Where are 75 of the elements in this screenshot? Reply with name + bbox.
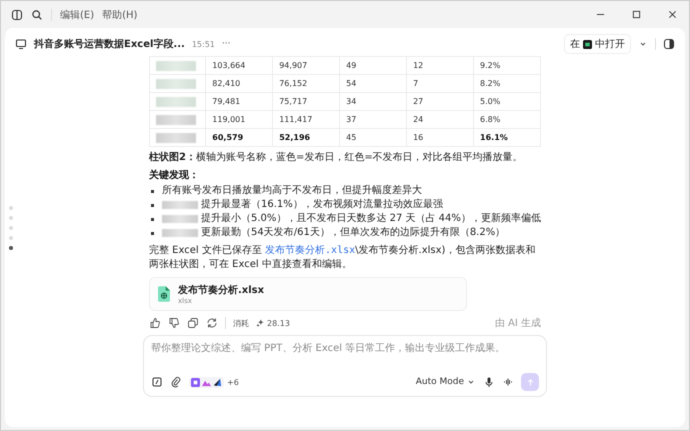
attachment-icon[interactable] xyxy=(170,376,182,388)
table-cell: 49 xyxy=(346,61,356,70)
table-cell: 60,579 xyxy=(212,133,244,142)
redacted-name xyxy=(156,114,196,124)
open-in-app-button[interactable]: 在 中打开 xyxy=(564,34,631,54)
more-button[interactable]: ··· xyxy=(222,39,230,49)
file-name: 发布节奏分析.xlsx xyxy=(178,284,264,297)
menu-item[interactable]: 编辑(E) xyxy=(60,8,94,22)
maximize-icon[interactable] xyxy=(632,10,641,19)
timeline-dot[interactable] xyxy=(9,236,13,240)
saved-file-message: 完整 Excel 文件已保存至 发布节奏分析.xlsx\发布节奏分析.xlsx)，包含两张数据表和两张柱状图，可在 Excel 中直接查看和编辑。 xyxy=(149,244,536,271)
mode-selector[interactable]: Auto Mode xyxy=(416,377,464,387)
app-icon xyxy=(583,40,592,48)
usage-label: 消耗 xyxy=(233,318,249,328)
finding-text: 提升最小（5.0%），且不发布日天数多达 27 天（占 44%），更新频率偏低 xyxy=(201,212,541,226)
findings-heading: 关键发现： xyxy=(149,168,200,182)
redacted-name xyxy=(156,78,196,88)
table-cell: 27 xyxy=(413,97,424,106)
table-cell: 75,717 xyxy=(279,97,308,106)
table-cell: 34 xyxy=(346,97,356,106)
table-cell: 6.8% xyxy=(480,115,500,124)
refresh-icon[interactable] xyxy=(206,317,218,329)
sidebar-toggle-icon[interactable] xyxy=(11,8,23,20)
waveform-icon[interactable] xyxy=(502,376,514,388)
table-cell: 119,001 xyxy=(212,115,246,124)
finding-text: 所有账号发布日播放量均高于不发布日，但提升幅度差异大 xyxy=(162,184,422,198)
sparkle-icon xyxy=(256,319,264,327)
chat-icon xyxy=(15,38,27,50)
file-link[interactable]: 发布节奏分析.xlsx xyxy=(265,245,356,256)
close-icon[interactable] xyxy=(668,10,677,19)
table-cell: 76,152 xyxy=(279,79,308,88)
finding-text: 更新最勤（54天发布/61天），但单次发布的边际提升有限（8.2%） xyxy=(201,226,506,240)
table-cell: 79,481 xyxy=(212,97,240,106)
thumbs-down-icon[interactable] xyxy=(168,317,180,329)
thumbs-up-icon[interactable] xyxy=(149,317,161,329)
finding-text: 提升最显著（16.1%），发布视频对流量拉动效应最强 xyxy=(201,198,443,212)
ai-generated-note: 由 AI 生成 xyxy=(494,316,541,330)
table-cell: 37 xyxy=(346,115,356,124)
timeline-dot[interactable] xyxy=(9,246,13,250)
copy-icon[interactable] xyxy=(187,317,199,329)
arrow-up-icon xyxy=(526,378,534,386)
table-cell: 52,196 xyxy=(279,133,310,142)
app-icons[interactable] xyxy=(189,376,224,388)
search-icon[interactable] xyxy=(31,8,43,20)
table-cell: 111,417 xyxy=(279,115,312,124)
timeline-dot[interactable] xyxy=(9,226,13,230)
table-cell: 45 xyxy=(346,133,356,142)
timestamp: 15:51 xyxy=(192,40,215,48)
table-cell: 7 xyxy=(413,79,418,88)
table-cell: 54 xyxy=(346,79,356,88)
usage-value: 28.13 xyxy=(267,318,290,328)
table-cell: 16 xyxy=(413,133,424,142)
table-cell: 94,907 xyxy=(279,61,308,70)
table-cell: 5.0% xyxy=(480,97,500,106)
side-panel-icon[interactable] xyxy=(663,38,675,50)
redacted-name xyxy=(156,96,196,106)
timeline-dot[interactable] xyxy=(9,216,13,220)
timeline-dot[interactable] xyxy=(9,206,13,210)
table-cell: 12 xyxy=(413,61,424,70)
table-cell: 9.2% xyxy=(480,61,500,70)
table-cell: 8.2% xyxy=(480,79,500,88)
table-cell: 82,410 xyxy=(212,79,240,88)
message-input[interactable]: 帮你整理论文综述、编写 PPT、分析 Excel 等日常工作，输出专业级工作成果。 +6 Auto Mode xyxy=(143,335,547,397)
table-cell: 103,664 xyxy=(212,61,246,70)
redacted-name xyxy=(156,60,196,70)
conversation-title: 抖音多账号运营数据Excel字段... xyxy=(34,37,185,51)
spreadsheet-file-icon xyxy=(158,286,170,302)
chart-description: 柱状图2：横轴为账号名称，蓝色=发布日，红色=不发布日，对比各组平均播放量。 xyxy=(149,151,524,164)
microphone-icon[interactable] xyxy=(483,376,495,388)
redacted-name xyxy=(156,132,196,142)
table-cell: 16.1% xyxy=(480,133,508,142)
table-cell: 24 xyxy=(413,115,424,124)
shortcut-icon[interactable] xyxy=(151,376,163,388)
more-apps-count[interactable]: +6 xyxy=(227,378,239,386)
menu-item[interactable]: 帮助(H) xyxy=(102,8,138,22)
